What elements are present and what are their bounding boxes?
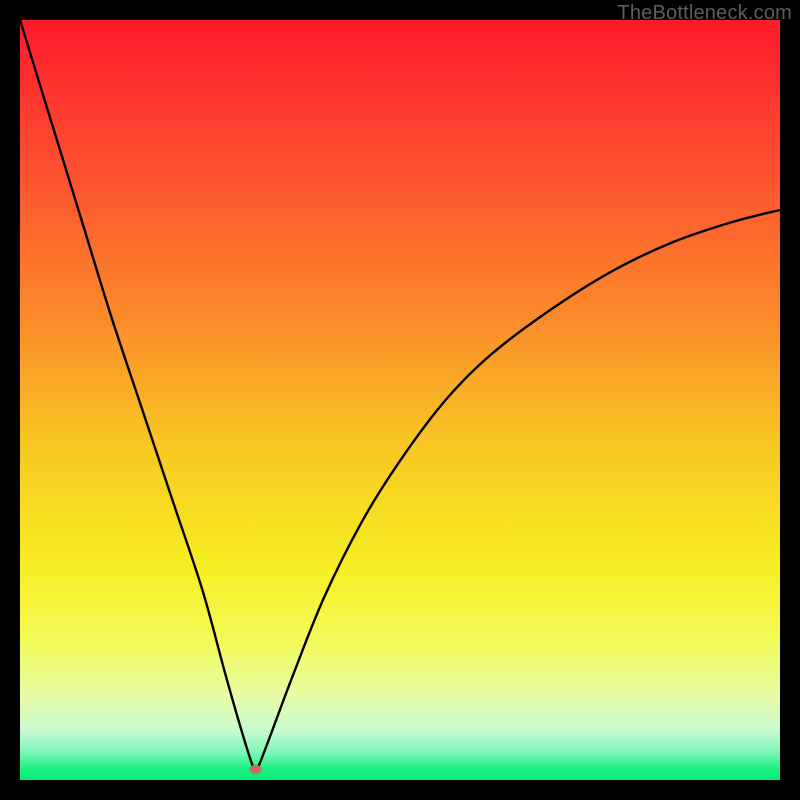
chart-svg (20, 20, 780, 780)
bottleneck-chart (20, 20, 780, 780)
gradient-background (20, 20, 780, 780)
optimum-marker (250, 765, 262, 774)
watermark-text: TheBottleneck.com (617, 2, 792, 25)
